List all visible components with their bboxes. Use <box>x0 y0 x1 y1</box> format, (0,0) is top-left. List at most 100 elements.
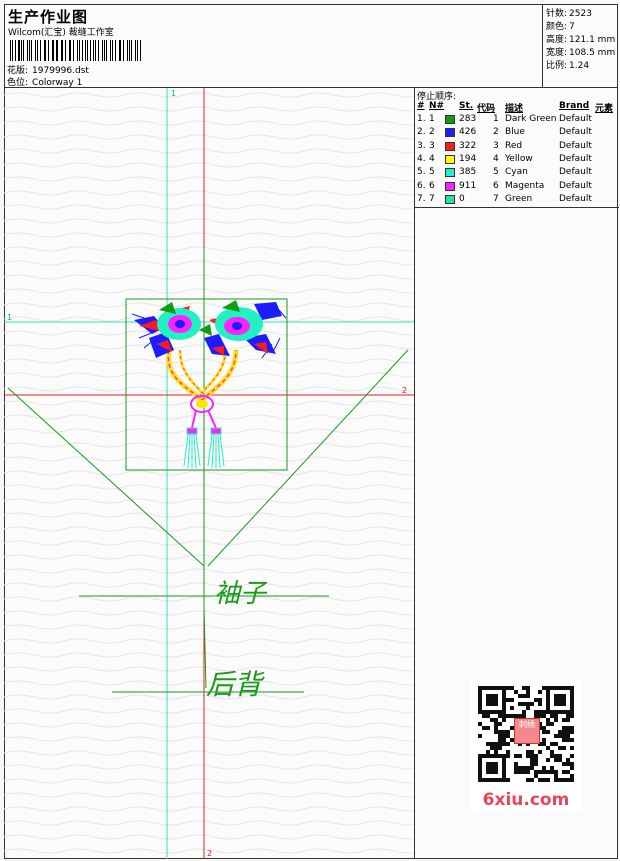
row-brand: Default <box>559 153 592 164</box>
barcode-bar <box>85 40 86 61</box>
stitches-row: 针数: 2523 <box>546 6 594 19</box>
color-swatch <box>445 128 455 138</box>
barcode-bar <box>98 40 100 61</box>
row-index: 6. <box>417 180 426 191</box>
table-row[interactable]: 5. 5 385 5 Cyan Default <box>415 167 619 180</box>
row-brand: Default <box>559 140 592 151</box>
barcode-bar <box>62 40 63 61</box>
barcode-bar <box>51 40 53 61</box>
row-description: Yellow <box>505 153 533 164</box>
design-svg: 1 1 2 2 袖子 后背 <box>4 88 414 859</box>
row-index: 2. <box>417 127 426 138</box>
barcode-bar <box>102 40 103 61</box>
row-needle: 5 <box>429 167 435 178</box>
barcode-bar <box>103 40 105 61</box>
barcode-bar <box>64 40 66 61</box>
barcode-bar <box>36 40 39 61</box>
color-swatch <box>445 168 455 178</box>
barcode-bar <box>89 40 91 61</box>
row-needle: 3 <box>429 140 435 151</box>
row-stitches: 283 <box>459 114 477 124</box>
row-code: 6 <box>493 180 499 191</box>
row-brand: Default <box>559 167 592 178</box>
row-index: 1. <box>417 114 426 124</box>
qr-watermark: 刺绣 6xiu.com <box>470 680 582 812</box>
table-row[interactable]: 3. 3 322 3 Red Default <box>415 141 619 154</box>
row-needle: 7 <box>429 193 435 204</box>
row-description: Red <box>505 140 523 151</box>
row-code: 4 <box>493 153 499 164</box>
barcode-bar <box>70 40 71 61</box>
row-code: 1 <box>493 114 499 124</box>
barcode-bar <box>77 40 78 61</box>
row-index: 7. <box>417 193 426 204</box>
barcode-bar <box>40 40 41 61</box>
stitches-label: 针数: <box>546 9 568 19</box>
header: 生产作业图 Wilcom(汇宝) 裁缝工作室 花版: 1979996.dst 色位… <box>4 4 618 88</box>
annotation-sleeve: 袖子 <box>214 579 268 609</box>
row-description: Dark Green <box>505 114 557 124</box>
colorway-value: Colorway 1 <box>32 78 83 88</box>
barcode-bar <box>111 40 114 61</box>
scale-row: 比例: 1.24 <box>546 58 591 71</box>
barcode-bar <box>43 40 45 61</box>
row-description: Cyan <box>505 167 528 178</box>
table-row[interactable]: 6. 6 911 6 Magenta Default <box>415 181 619 194</box>
design-info-box: 针数: 2523 颜色: 7 高度: 121.1 mm 宽度: 108.5 mm 比例:… <box>542 4 618 88</box>
barcode-bar <box>20 40 22 61</box>
row-brand: Default <box>559 114 592 124</box>
barcode-bar <box>120 40 122 61</box>
row-needle: 4 <box>429 153 435 164</box>
row-description: Blue <box>505 127 525 138</box>
row-code: 5 <box>493 167 499 178</box>
color-swatch <box>445 181 455 191</box>
table-row[interactable]: 7. 7 0 7 Green Default <box>415 194 619 207</box>
row-stitches: 0 <box>459 193 465 204</box>
row-stitches: 911 <box>459 180 477 191</box>
barcode-bar <box>72 40 75 61</box>
width-label: 宽度: <box>546 48 568 58</box>
barcode-bar <box>60 40 62 61</box>
scale-label: 比例: <box>546 61 568 71</box>
barcode-bar <box>123 40 124 61</box>
row-description: Magenta <box>505 180 545 191</box>
color-swatch <box>445 154 455 164</box>
design-canvas[interactable]: 1 1 2 2 袖子 后背 <box>4 88 414 859</box>
width-value: 108.5 mm <box>569 48 616 58</box>
barcode-bar <box>68 40 70 61</box>
barcode-bar <box>35 40 36 61</box>
row-code: 3 <box>493 140 499 151</box>
row-code: 2 <box>493 127 499 138</box>
barcode-bar <box>31 40 33 61</box>
height-row: 高度: 121.1 mm <box>546 32 617 45</box>
scale-value: 1.24 <box>569 61 590 71</box>
table-row[interactable]: 4. 4 194 4 Yellow Default <box>415 154 619 167</box>
barcode-bar <box>94 40 97 61</box>
colors-row: 颜色: 7 <box>546 19 577 32</box>
barcode-bar <box>14 40 16 61</box>
barcode-bar <box>93 40 94 61</box>
barcode-bar <box>128 40 130 61</box>
panel-divider <box>415 207 619 208</box>
row-stitches: 322 <box>459 140 477 151</box>
table-row[interactable]: 2. 2 426 2 Blue Default <box>415 127 619 140</box>
table-row[interactable]: 1. 1 283 1 Dark Green Default <box>415 114 619 127</box>
barcode-bar <box>27 40 28 61</box>
guide-h2-label: 2 <box>402 386 407 395</box>
barcode-bar <box>86 40 88 61</box>
barcode-bar <box>78 40 80 61</box>
stamp: 刺绣 <box>514 718 540 744</box>
guide-h1-label: 1 <box>7 313 12 322</box>
row-needle: 2 <box>429 127 435 138</box>
barcode-bar <box>137 40 138 61</box>
guide-v1-label: 1 <box>171 89 176 98</box>
col-brand: Brand <box>559 101 590 111</box>
barcode-bar <box>23 40 25 61</box>
barcode-bar <box>131 40 132 61</box>
barcode-bar <box>106 40 108 61</box>
row-index: 5. <box>417 167 426 178</box>
row-code: 7 <box>493 193 499 204</box>
barcode-bar <box>139 40 141 61</box>
barcode-bar <box>56 40 58 61</box>
height-value: 121.1 mm <box>569 35 616 45</box>
